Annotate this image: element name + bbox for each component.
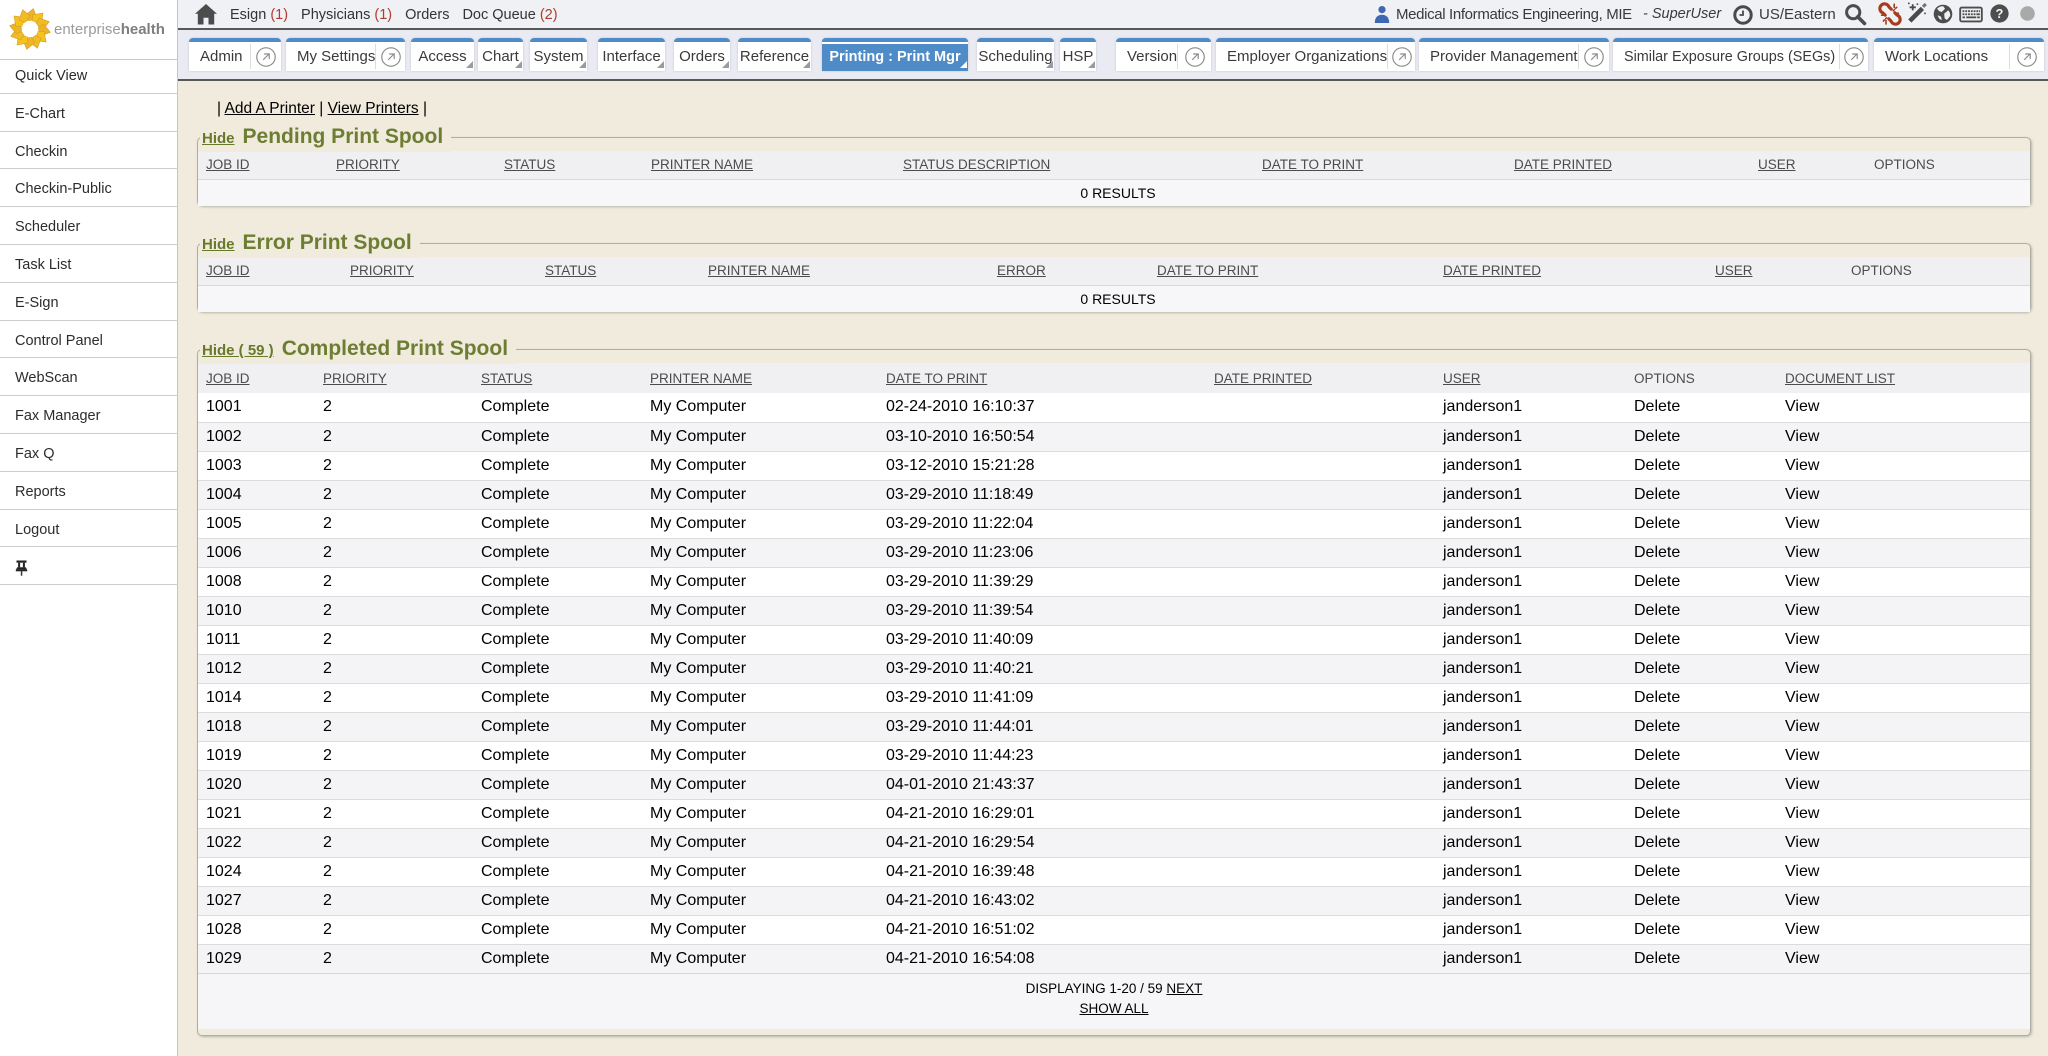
svg-text:?: ?: [1996, 6, 2004, 21]
